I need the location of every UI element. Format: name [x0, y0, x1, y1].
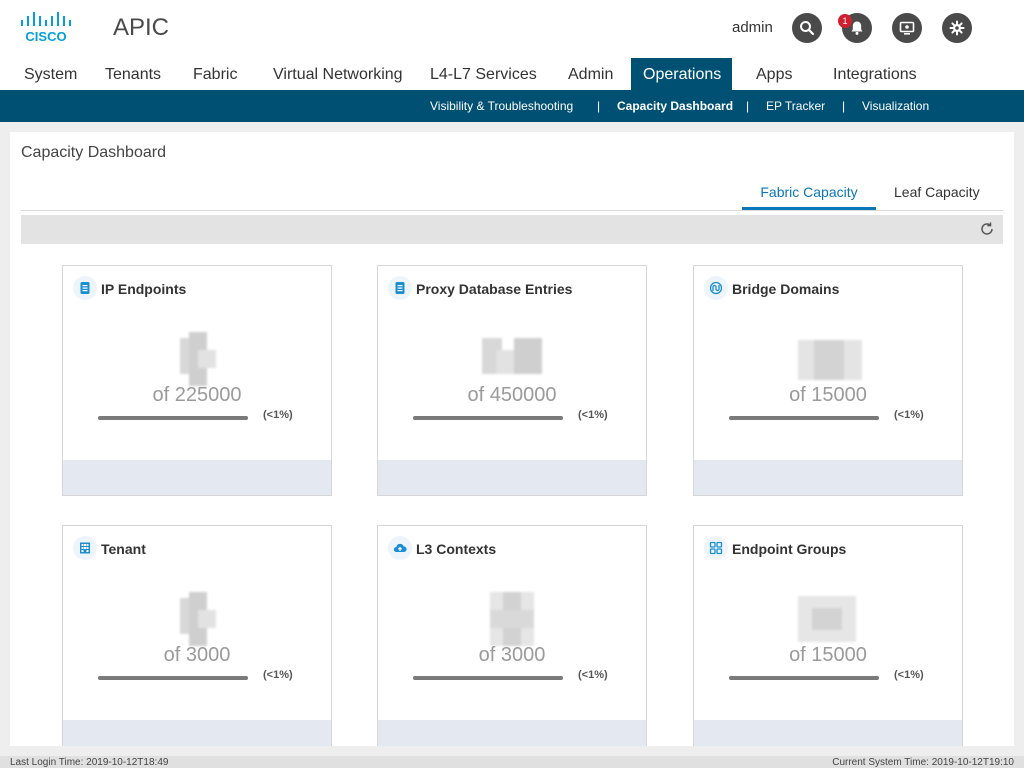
- endpoint-groups-icon: [704, 536, 728, 560]
- usage-bar-fill: [98, 676, 248, 680]
- usage-bar-fill: [729, 416, 879, 420]
- nav-tenants[interactable]: Tenants: [93, 58, 173, 90]
- usage-bar: [413, 676, 563, 680]
- card-footer: [378, 720, 646, 746]
- usage-bar-fill: [413, 416, 563, 420]
- capacity-total: of 15000: [789, 384, 867, 406]
- capacity-total: of 225000: [152, 384, 242, 406]
- card-footer: [63, 720, 331, 746]
- capacity-total: of 450000: [467, 384, 557, 406]
- building-icon: [73, 536, 97, 560]
- nav-l4-l7-services[interactable]: L4-L7 Services: [418, 58, 549, 90]
- usage-bar: [98, 676, 248, 680]
- tab-leaf-capacity[interactable]: Leaf Capacity: [894, 184, 980, 210]
- settings-button[interactable]: [942, 13, 972, 43]
- capacity-card-bridge-domains: Bridge Domains of 15000 (<1%): [693, 265, 963, 496]
- subnav-visibility-troubleshooting[interactable]: Visibility & Troubleshooting: [430, 90, 573, 122]
- monitor-icon: [899, 21, 915, 35]
- capacity-total: of 3000: [478, 644, 546, 666]
- subnav-visualization[interactable]: Visualization: [862, 90, 929, 122]
- cloud-upload-icon: [388, 536, 412, 560]
- subnav-capacity-dashboard[interactable]: Capacity Dashboard: [617, 90, 733, 122]
- usage-bar: [729, 676, 879, 680]
- usage-bar: [413, 416, 563, 420]
- nav-system[interactable]: System: [12, 58, 89, 90]
- capacity-card-ip-endpoints: IP Endpoints of 225000 (<1%): [62, 265, 332, 496]
- tab-divider: [21, 210, 1003, 211]
- app-title: APIC: [113, 14, 170, 41]
- nav-integrations[interactable]: Integrations: [821, 58, 929, 90]
- main-nav: System Tenants Fabric Virtual Networking…: [0, 58, 1024, 90]
- top-header: CISCO APIC admin 1: [0, 0, 1024, 58]
- usage-percent: (<1%): [578, 669, 608, 681]
- status-bar: Last Login Time: 2019-10-12T18:49 Curren…: [0, 756, 1024, 768]
- card-title: Endpoint Groups: [732, 541, 847, 557]
- usage-bar: [98, 416, 248, 420]
- nav-virtual-networking[interactable]: Virtual Networking: [261, 58, 415, 90]
- card-title: Tenant: [101, 541, 146, 557]
- notification-badge: 1: [838, 14, 852, 28]
- usage-bar-fill: [98, 416, 248, 420]
- document-icon: [73, 276, 97, 300]
- capacity-total: of 15000: [789, 644, 867, 666]
- nav-apps[interactable]: Apps: [744, 58, 804, 90]
- redacted-usage-value: [798, 332, 862, 386]
- card-title: L3 Contexts: [416, 541, 497, 557]
- redacted-usage-value: [798, 592, 856, 646]
- card-title: Bridge Domains: [732, 281, 840, 297]
- redacted-usage-value: [180, 332, 218, 386]
- usage-percent: (<1%): [578, 409, 608, 421]
- page-title: Capacity Dashboard: [21, 144, 166, 161]
- capacity-total: of 3000: [163, 644, 231, 666]
- refresh-icon[interactable]: [979, 221, 995, 237]
- redacted-usage-value: [482, 332, 544, 386]
- card-footer: [378, 460, 646, 495]
- redacted-usage-value: [180, 592, 218, 646]
- nav-admin[interactable]: Admin: [556, 58, 625, 90]
- capacity-card-proxy-database-entries: Proxy Database Entries of 450000 (<1%): [377, 265, 647, 496]
- capacity-dashboard-panel: Capacity Dashboard Fabric Capacity Leaf …: [10, 132, 1014, 746]
- usage-percent: (<1%): [894, 409, 924, 421]
- subnav-separator: |: [842, 99, 846, 113]
- tab-fabric-capacity[interactable]: Fabric Capacity: [742, 184, 876, 210]
- card-footer: [694, 460, 962, 495]
- subnav-separator: |: [597, 99, 601, 113]
- subnav-separator: |: [746, 99, 750, 113]
- last-login-time: Last Login Time: 2019-10-12T18:49: [10, 757, 169, 768]
- nav-fabric[interactable]: Fabric: [181, 58, 249, 90]
- screen-button[interactable]: [892, 13, 922, 43]
- usage-percent: (<1%): [263, 409, 293, 421]
- gear-icon: [949, 20, 965, 36]
- cisco-logo: CISCO: [21, 12, 71, 44]
- usage-percent: (<1%): [263, 669, 293, 681]
- toolbar: [21, 215, 1003, 244]
- redacted-usage-value: [490, 592, 534, 646]
- bridge-icon: [704, 276, 728, 300]
- search-icon: [800, 21, 815, 36]
- usage-bar-fill: [413, 676, 563, 680]
- card-title: IP Endpoints: [101, 281, 187, 297]
- card-footer: [694, 720, 962, 746]
- current-system-time: Current System Time: 2019-10-12T19:10: [832, 757, 1014, 768]
- card-title: Proxy Database Entries: [416, 281, 573, 297]
- usage-percent: (<1%): [894, 669, 924, 681]
- nav-operations[interactable]: Operations: [631, 58, 732, 90]
- cisco-logo-text: CISCO: [25, 29, 66, 44]
- capacity-card-l3-contexts: L3 Contexts of 3000 (<1%): [377, 525, 647, 746]
- user-name[interactable]: admin: [732, 19, 773, 36]
- usage-bar: [729, 416, 879, 420]
- sub-nav: Visibility & Troubleshooting | Capacity …: [0, 90, 1024, 122]
- usage-bar-fill: [729, 676, 879, 680]
- search-button[interactable]: [792, 13, 822, 43]
- capacity-card-tenant: Tenant of 3000 (<1%): [62, 525, 332, 746]
- subnav-ep-tracker[interactable]: EP Tracker: [766, 90, 825, 122]
- capacity-card-endpoint-groups: Endpoint Groups of 15000 (<1%): [693, 525, 963, 746]
- card-footer: [63, 460, 331, 495]
- document-icon: [388, 276, 412, 300]
